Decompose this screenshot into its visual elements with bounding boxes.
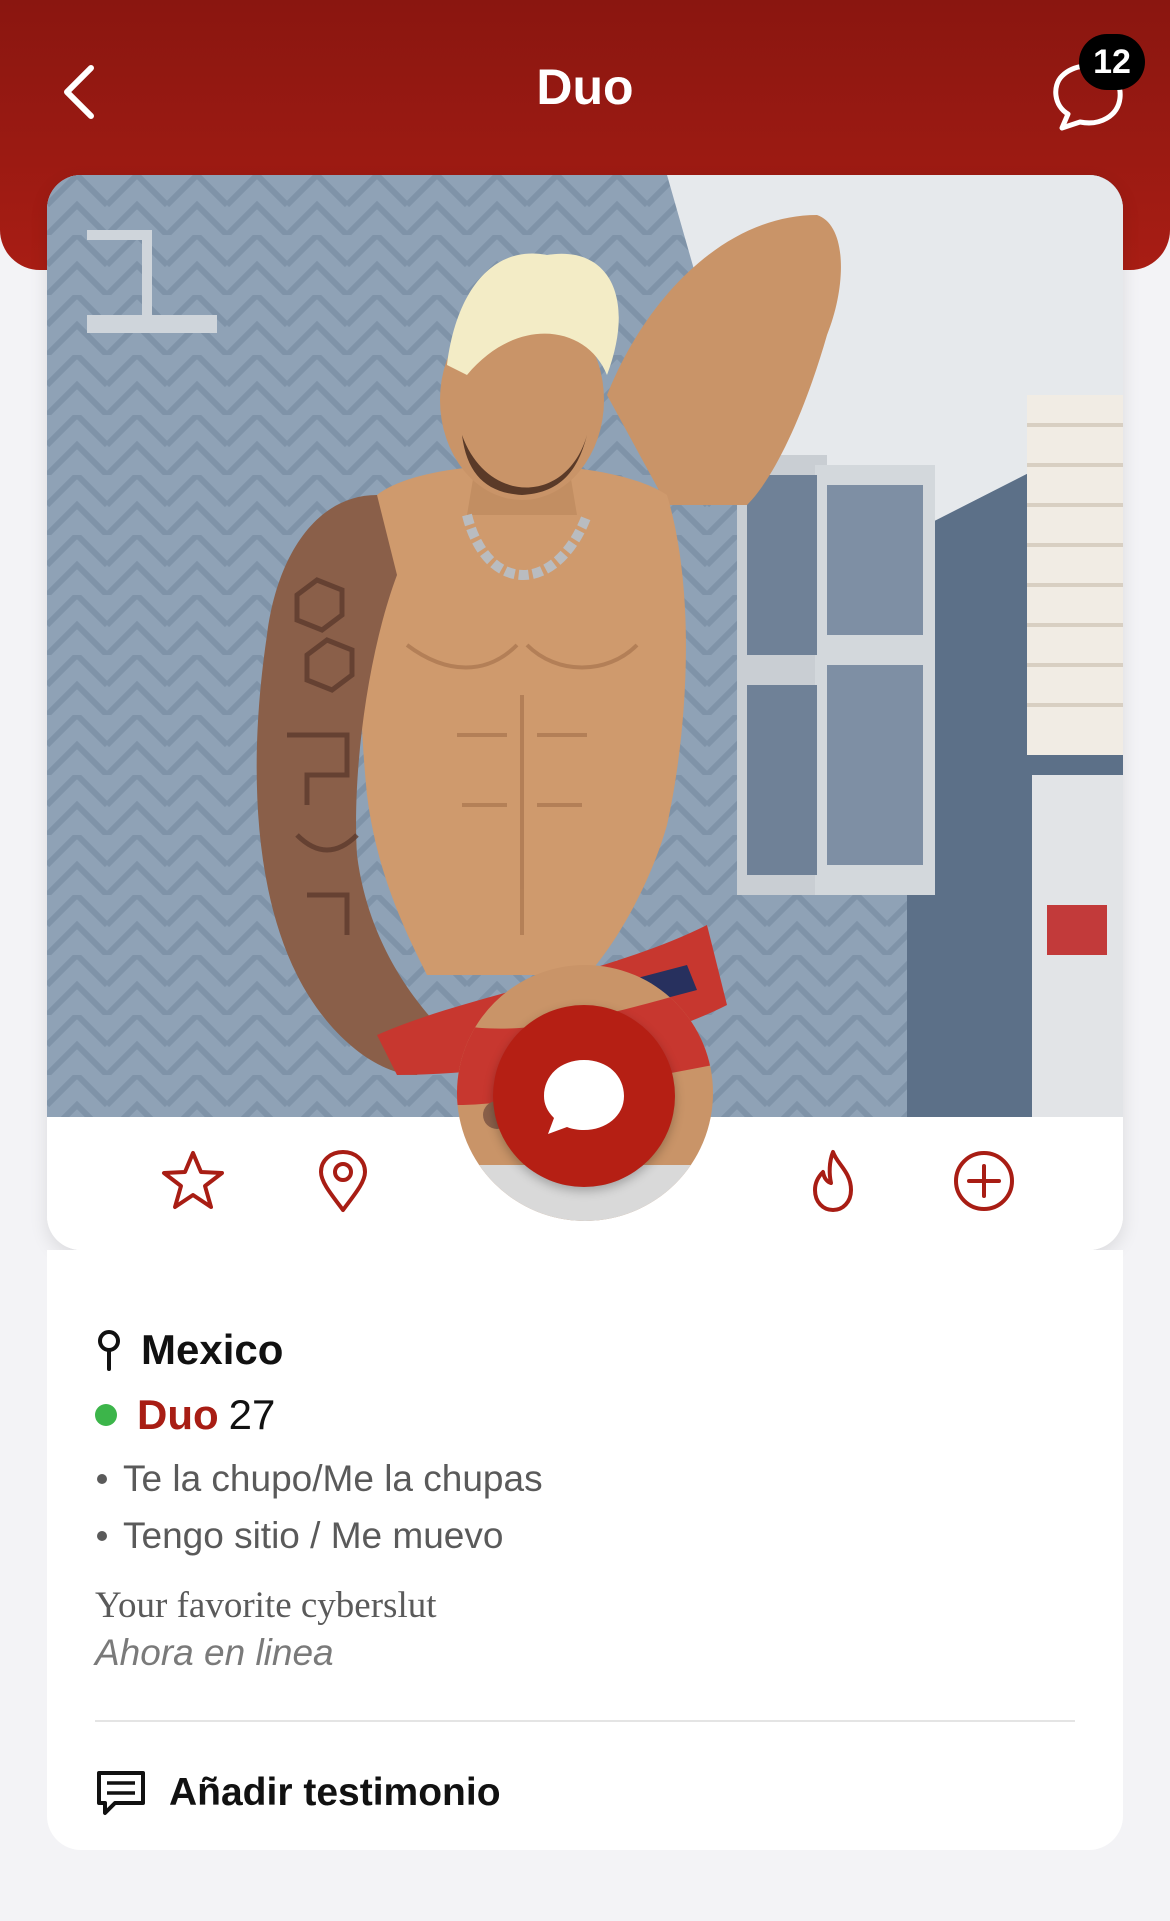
user-name: Duo (137, 1391, 219, 1438)
chat-bubble-icon (544, 1060, 624, 1134)
preferences-list: Te la chupo/Me la chupas Tengo sitio / M… (97, 1450, 543, 1564)
favorite-button[interactable] (155, 1143, 231, 1219)
flame-icon (813, 1150, 853, 1212)
list-item: Tengo sitio / Me muevo (97, 1507, 543, 1564)
comment-icon (97, 1771, 145, 1815)
location-label: Mexico (141, 1326, 284, 1373)
star-icon (162, 1151, 224, 1209)
map-pin-icon (319, 1150, 367, 1212)
unread-count-badge: 12 (1079, 34, 1145, 90)
location-button[interactable] (305, 1143, 381, 1219)
map-pin-icon (98, 1330, 120, 1371)
add-testimonial-button[interactable]: Añadir testimonio (95, 1758, 501, 1828)
user-age: 27 (228, 1391, 276, 1438)
name-row: Duo 27 (95, 1385, 275, 1445)
back-button[interactable] (40, 52, 120, 132)
online-status-text: Ahora en linea (95, 1632, 334, 1673)
add-button[interactable] (946, 1143, 1022, 1219)
bio-text: Your favorite cyberslut (95, 1585, 437, 1626)
bullet (97, 1473, 107, 1484)
profile-info-card: Mexico Duo 27 Te la chupo/Me la chupas T… (47, 1250, 1123, 1850)
add-testimonial-label: Añadir testimonio (169, 1771, 501, 1814)
page-title: Duo (536, 59, 634, 115)
profile-screen: Duo 12 Mexico Duo 27 Te la chupo/Me la c… (0, 0, 1170, 1921)
location-row: Mexico (95, 1320, 283, 1380)
flame-button[interactable] (795, 1143, 871, 1219)
list-item: Te la chupo/Me la chupas (97, 1450, 543, 1507)
divider (95, 1720, 1075, 1722)
preference-text: Tengo sitio / Me muevo (123, 1514, 504, 1556)
bullet (97, 1530, 107, 1541)
send-message-button[interactable] (493, 1005, 675, 1187)
chevron-left-icon (64, 65, 94, 119)
plus-circle-icon (954, 1151, 1014, 1211)
preference-text: Te la chupo/Me la chupas (123, 1457, 543, 1499)
online-indicator (95, 1404, 117, 1426)
photo-card (47, 175, 1123, 1250)
